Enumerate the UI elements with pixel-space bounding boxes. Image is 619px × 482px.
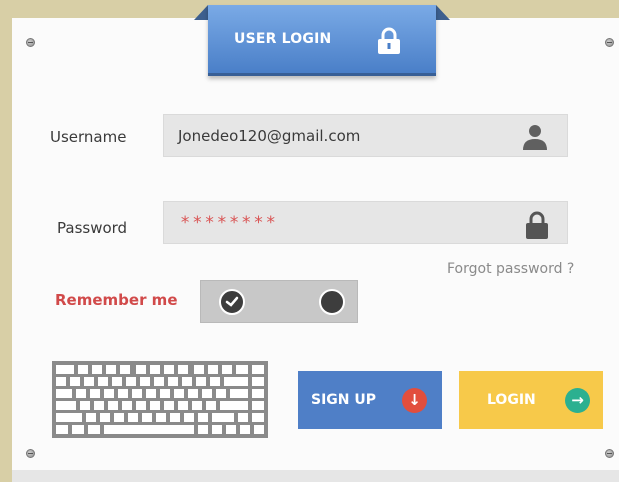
keyboard-icon <box>52 361 268 438</box>
password-value[interactable]: ******** <box>180 213 278 233</box>
remember-me-label: Remember me <box>55 291 178 309</box>
page-title: USER LOGIN <box>234 31 332 47</box>
sign-up-label: SIGN UP <box>311 392 377 408</box>
forgot-password-link[interactable]: Forgot password ? <box>447 261 574 277</box>
check-icon <box>219 289 245 315</box>
tab-fold <box>436 5 450 20</box>
card-bottom-strip <box>12 470 619 482</box>
remember-me-toggle[interactable] <box>200 280 358 323</box>
screw-icon <box>26 449 35 458</box>
tab-fold <box>194 5 208 20</box>
arrow-down-icon: ↓ <box>402 388 427 413</box>
username-field[interactable]: Jonedeo120@gmail.com <box>163 114 568 157</box>
sign-up-button[interactable]: SIGN UP ↓ <box>298 371 442 429</box>
screw-icon <box>605 38 614 47</box>
arrow-right-icon: → <box>565 388 590 413</box>
screw-icon <box>605 449 614 458</box>
username-value[interactable]: Jonedeo120@gmail.com <box>178 127 360 145</box>
header-tab: USER LOGIN <box>208 5 436 76</box>
screw-icon <box>26 38 35 47</box>
lock-icon <box>378 27 400 54</box>
login-label: LOGIN <box>487 392 536 408</box>
password-field[interactable]: ******** <box>163 201 568 244</box>
login-button[interactable]: LOGIN → <box>459 371 603 429</box>
toggle-knob <box>319 289 345 315</box>
username-label: Username <box>50 128 127 146</box>
user-icon <box>523 125 547 150</box>
password-label: Password <box>57 219 128 237</box>
lock-icon <box>526 211 548 239</box>
